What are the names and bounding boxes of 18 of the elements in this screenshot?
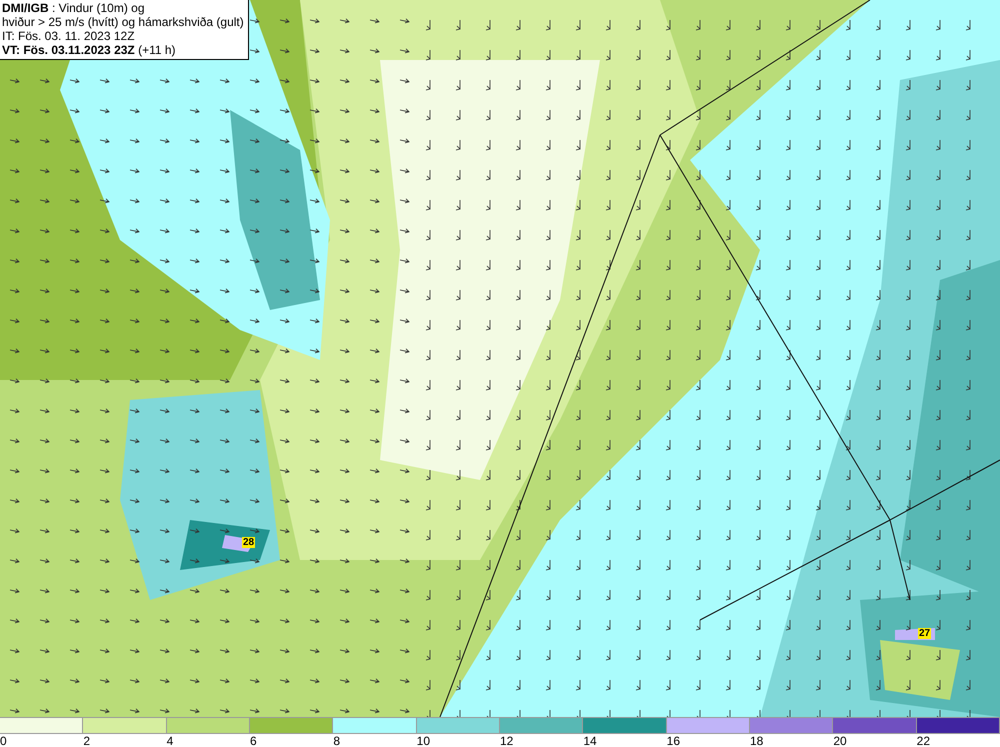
legend-tick-label: 2	[83, 734, 90, 747]
legend-tick-label: 10	[416, 734, 430, 747]
legend-tick-label: 18	[750, 734, 764, 747]
gust-label: 28	[242, 537, 256, 548]
legend-tick-label: 16	[666, 734, 680, 747]
title-line: IT: Fös. 03. 11. 2023 12Z	[2, 29, 136, 43]
legend-tick-label: 4	[166, 734, 174, 747]
legend-tick-label: 0	[0, 734, 7, 747]
legend-tick-label: 8	[333, 734, 340, 747]
legend-tick-label: 6	[250, 734, 257, 747]
legend-tick-label: 14	[583, 734, 597, 747]
legend-tick-label: 20	[833, 734, 847, 747]
title-line: hviður > 25 m/s (hvítt) og hámarkshviða (gult)	[2, 15, 244, 29]
title-line: DMI/IGB : Vindur (10m) og	[2, 1, 146, 15]
title-line: VT: Fös. 03.11.2023 23Z (+11 h)	[2, 43, 177, 57]
legend-tick-label: 12	[500, 734, 514, 747]
legend-tick-label: 22	[916, 734, 930, 747]
gust-label: 27	[918, 628, 932, 639]
